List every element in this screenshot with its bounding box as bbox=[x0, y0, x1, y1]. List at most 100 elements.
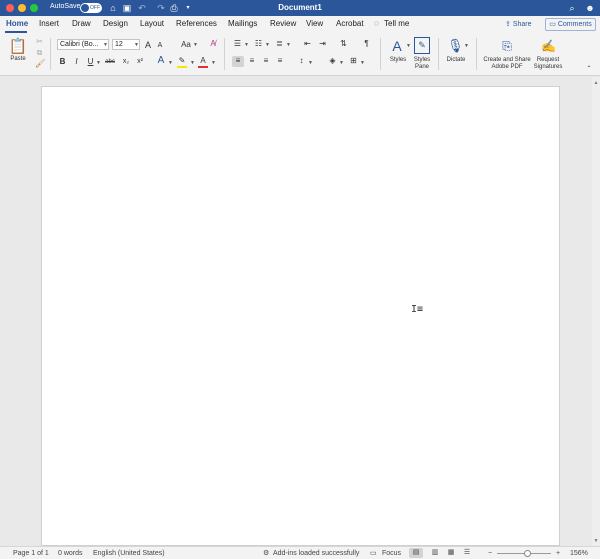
chevron-down-icon[interactable]: ▼ bbox=[339, 60, 344, 66]
format-painter-icon[interactable]: 🖌 bbox=[35, 59, 45, 69]
outline-view-icon[interactable]: ☰ bbox=[460, 548, 474, 558]
tab-tell-me[interactable]: Tell me bbox=[384, 19, 409, 28]
italic-button[interactable]: I bbox=[72, 57, 81, 67]
zoom-out-button[interactable]: − bbox=[488, 549, 492, 558]
clear-formatting-icon[interactable]: A̸ bbox=[207, 39, 219, 49]
request-signatures-label[interactable]: Request Signatures bbox=[532, 57, 564, 71]
styles-icon[interactable]: A bbox=[388, 37, 406, 55]
chevron-down-icon[interactable]: ▼ bbox=[103, 42, 108, 48]
share-button[interactable]: ⇪ Share bbox=[501, 18, 536, 31]
chevron-down-icon[interactable]: ▼ bbox=[265, 42, 270, 48]
vertical-scrollbar[interactable] bbox=[592, 77, 600, 546]
tab-design[interactable]: Design bbox=[103, 19, 128, 28]
create-pdf-label[interactable]: Create and Share Adobe PDF bbox=[480, 57, 534, 71]
font-color-icon[interactable]: A bbox=[198, 56, 208, 68]
zoom-slider-handle[interactable] bbox=[524, 550, 531, 557]
chevron-down-icon[interactable]: ▼ bbox=[168, 60, 173, 66]
account-icon[interactable]: ☻ bbox=[584, 2, 596, 14]
shrink-font-icon[interactable]: A bbox=[155, 41, 165, 51]
paste-icon[interactable]: 📋 bbox=[8, 38, 28, 56]
styles-pane-label[interactable]: Styles Pane bbox=[410, 57, 434, 71]
scroll-up-icon[interactable]: ▲ bbox=[592, 79, 600, 87]
strikethrough-button[interactable]: abc bbox=[103, 57, 117, 67]
tab-layout[interactable]: Layout bbox=[140, 19, 164, 28]
chevron-down-icon[interactable]: ▼ bbox=[134, 42, 139, 48]
chevron-down-icon[interactable]: ▼ bbox=[308, 60, 313, 66]
line-spacing-icon[interactable]: ↕ bbox=[296, 56, 307, 66]
tab-review[interactable]: Review bbox=[270, 19, 296, 28]
request-signatures-icon[interactable]: ✍ bbox=[541, 37, 556, 55]
change-case-icon[interactable]: Aa bbox=[179, 40, 193, 50]
paste-label[interactable]: Paste bbox=[6, 56, 30, 63]
tab-references[interactable]: References bbox=[176, 19, 217, 28]
styles-pane-icon[interactable]: ✎ bbox=[414, 37, 430, 54]
show-formatting-icon[interactable]: ¶ bbox=[361, 39, 372, 49]
tab-draw[interactable]: Draw bbox=[72, 19, 91, 28]
zoom-level[interactable]: 156% bbox=[570, 549, 588, 558]
bold-button[interactable]: B bbox=[58, 57, 67, 67]
sort-icon[interactable]: ⇅ bbox=[338, 39, 349, 49]
dictate-label[interactable]: Dictate bbox=[442, 57, 470, 64]
divider bbox=[438, 38, 439, 70]
chevron-down-icon[interactable]: ▼ bbox=[211, 60, 216, 66]
scroll-down-icon[interactable]: ▼ bbox=[592, 537, 600, 545]
chevron-down-icon[interactable]: ▼ bbox=[464, 43, 469, 49]
chevron-down-icon[interactable]: ▼ bbox=[244, 42, 249, 48]
print-layout-view-icon[interactable]: ▤ bbox=[409, 548, 423, 558]
tab-insert[interactable]: Insert bbox=[39, 19, 59, 28]
shading-icon[interactable]: ◈ bbox=[327, 56, 338, 66]
align-center-icon[interactable]: ≡ bbox=[246, 56, 258, 66]
divider bbox=[380, 38, 381, 70]
text-effects-icon[interactable]: A bbox=[156, 56, 166, 66]
search-icon[interactable]: ⌕ bbox=[566, 2, 578, 14]
tab-acrobat[interactable]: Acrobat bbox=[336, 19, 364, 28]
chevron-down-icon[interactable]: ▼ bbox=[193, 42, 198, 48]
tab-view[interactable]: View bbox=[306, 19, 323, 28]
zoom-in-button[interactable]: + bbox=[556, 549, 560, 558]
comments-label: Comments bbox=[557, 21, 592, 28]
web-layout-view-icon[interactable]: ▥ bbox=[428, 548, 442, 558]
microphone-icon[interactable]: 🎙 bbox=[447, 37, 464, 55]
tab-mailings[interactable]: Mailings bbox=[228, 19, 257, 28]
share-label: Share bbox=[512, 21, 532, 28]
chevron-down-icon[interactable]: ▼ bbox=[360, 60, 365, 66]
borders-icon[interactable]: ⊞ bbox=[348, 56, 359, 66]
highlight-icon[interactable]: ✎ bbox=[177, 56, 187, 68]
multilevel-list-icon[interactable]: ≣ bbox=[274, 39, 285, 49]
numbering-icon[interactable]: ☷ bbox=[253, 39, 264, 49]
chevron-down-icon[interactable]: ▼ bbox=[190, 60, 195, 66]
language[interactable]: English (United States) bbox=[93, 549, 165, 558]
ribbon-home: 📋 Paste ✂ ⧉ 🖌 Calibri (Bo... ▼ 12 ▼ A A … bbox=[0, 34, 600, 76]
align-right-icon[interactable]: ≡ bbox=[260, 56, 272, 66]
focus-icon[interactable]: ▭ bbox=[370, 549, 377, 558]
read-mode-icon[interactable]: ▦ bbox=[444, 548, 458, 558]
align-left-icon[interactable]: ≡ bbox=[232, 56, 244, 67]
cut-icon[interactable]: ✂ bbox=[35, 37, 44, 47]
tell-me-icon[interactable]: ◌ bbox=[374, 19, 379, 28]
tab-home[interactable]: Home bbox=[6, 19, 28, 28]
comments-icon: ▭ bbox=[549, 21, 558, 28]
font-name-field[interactable]: Calibri (Bo... bbox=[57, 39, 109, 50]
title-bar: AutoSave OFF ⌂ ▣ ↶ ↷ ⎙ ▾ Document1 ⌕ ☻ bbox=[0, 0, 600, 16]
increase-indent-icon[interactable]: ⇥ bbox=[317, 39, 328, 49]
grow-font-icon[interactable]: A bbox=[143, 40, 153, 50]
word-count[interactable]: 0 words bbox=[58, 549, 83, 558]
superscript-button[interactable]: x² bbox=[135, 57, 145, 67]
decrease-indent-icon[interactable]: ⇤ bbox=[302, 39, 313, 49]
copy-icon[interactable]: ⧉ bbox=[35, 48, 44, 58]
chevron-down-icon[interactable]: ▼ bbox=[96, 60, 101, 66]
styles-label[interactable]: Styles bbox=[386, 57, 410, 64]
create-pdf-icon[interactable]: ⎘ bbox=[500, 37, 514, 55]
page-count[interactable]: Page 1 of 1 bbox=[13, 549, 49, 558]
document-page[interactable]: I≡ bbox=[41, 86, 560, 546]
chevron-down-icon[interactable]: ▼ bbox=[286, 42, 291, 48]
focus-button[interactable]: Focus bbox=[382, 549, 401, 558]
underline-button[interactable]: U bbox=[86, 57, 95, 67]
subscript-button[interactable]: x₂ bbox=[121, 57, 131, 67]
comments-button[interactable]: ▭ Comments bbox=[545, 18, 596, 31]
bullets-icon[interactable]: ☰ bbox=[232, 39, 243, 49]
addins-icon: ⚙ bbox=[263, 550, 270, 557]
justify-icon[interactable]: ≡ bbox=[274, 56, 286, 66]
chevron-down-icon[interactable]: ▼ bbox=[406, 43, 411, 49]
collapse-ribbon-icon[interactable]: ⌃ bbox=[584, 64, 594, 74]
